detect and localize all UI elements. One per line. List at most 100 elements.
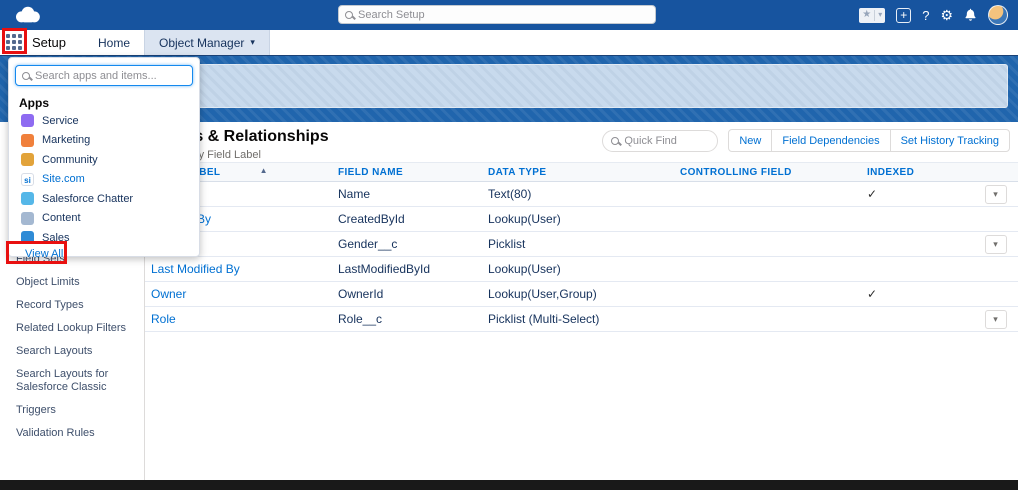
app-launcher-search (15, 65, 193, 86)
bottom-edge-bar (0, 480, 1018, 490)
annotation-box-app-launcher (2, 28, 27, 54)
chevron-down-icon: ▾ (878, 10, 883, 19)
search-icon (345, 10, 353, 19)
set-history-tracking-button[interactable]: Set History Tracking (889, 129, 1010, 152)
tab-object-manager-label: Object Manager (159, 35, 245, 50)
field-label-link[interactable]: Owner (151, 287, 186, 301)
indexed-checkmark: ✓ (867, 187, 878, 201)
add-button[interactable]: + (896, 7, 912, 23)
chevron-down-icon: ▾ (250, 37, 255, 47)
sidebar-item-record-types[interactable]: Record Types (0, 294, 144, 317)
setup-search-input[interactable] (358, 8, 649, 21)
data-type-cell: Lookup(User) (488, 262, 561, 276)
fields-relationships-panel: Fields & Relationships Sorted by Field L… (145, 122, 1018, 480)
setup-nav-bar: Setup Home Object Manager ▾ (0, 30, 1018, 56)
community-app-icon (21, 153, 34, 167)
favorites-button[interactable]: ★ ▾ (859, 7, 886, 23)
bell-icon (965, 8, 976, 21)
table-row: Created By CreatedById Lookup(User) (145, 207, 1018, 232)
column-header-indexed[interactable]: INDEXED (855, 167, 973, 178)
user-avatar[interactable] (988, 5, 1008, 25)
column-header-controlling-field[interactable]: CONTROLLING FIELD (672, 167, 855, 178)
apps-section-title: Apps (19, 96, 49, 110)
site-com-app-icon: si (21, 172, 34, 186)
data-type-cell: Lookup(User) (488, 212, 561, 226)
global-header: ★ ▾ + ? ⚙ (0, 0, 1018, 30)
row-actions-menu-button[interactable]: ▾ (984, 184, 1007, 204)
app-item-label: Site.com (42, 173, 85, 186)
app-item-marketing[interactable]: Marketing (9, 131, 199, 151)
tab-home-label: Home (97, 35, 130, 50)
data-type-cell: Lookup(User,Group) (488, 287, 597, 301)
new-button[interactable]: New (728, 129, 773, 152)
app-item-label: Content (42, 212, 81, 225)
header-actions: ★ ▾ + ? ⚙ (859, 0, 1008, 30)
tab-home[interactable]: Home (84, 30, 144, 55)
app-item-content[interactable]: Content (9, 209, 199, 229)
table-row: Owner OwnerId Lookup(User,Group) ✓ (145, 282, 1018, 307)
quick-find (602, 129, 719, 152)
app-item-label: Marketing (42, 134, 91, 147)
app-launcher-search-input[interactable] (35, 69, 186, 82)
service-app-icon (21, 114, 34, 128)
field-label-link[interactable]: Last Modified By (151, 262, 240, 276)
app-item-label: Service (42, 114, 79, 127)
sidebar-item-search-layouts[interactable]: Search Layouts (0, 340, 144, 363)
field-label-link[interactable]: Role (151, 312, 176, 326)
sidebar-item-triggers[interactable]: Triggers (0, 399, 144, 422)
data-type-cell: Text(80) (488, 187, 532, 201)
plus-icon: + (900, 7, 908, 22)
app-item-site-com[interactable]: si Site.com (9, 170, 199, 190)
sidebar-item-search-layouts-classic[interactable]: Search Layouts for Salesforce Classic (0, 363, 144, 399)
gear-icon: ⚙ (940, 7, 953, 23)
field-name-cell: LastModifiedById (338, 262, 431, 276)
column-header-field-name[interactable]: FIELD NAME (330, 167, 480, 178)
fields-table: FIELD LABEL ▲ FIELD NAME DATA TYPE CONTR… (145, 162, 1018, 332)
salesforce-logo-icon (10, 4, 44, 31)
quick-find-input[interactable] (624, 134, 710, 147)
app-item-community[interactable]: Community (9, 150, 199, 170)
field-name-cell: Name (338, 187, 371, 201)
action-button-group: New Field Dependencies Set History Track… (728, 129, 1010, 152)
app-launcher-panel: Apps Service Marketing Community si Site… (8, 57, 200, 260)
field-name-cell: CreatedById (338, 212, 405, 226)
field-name-cell: Role__c (338, 312, 383, 326)
app-item-label: Community (42, 153, 98, 166)
divider (874, 9, 876, 21)
table-row: Gender Gender__c Picklist ▾ (145, 232, 1018, 257)
sidebar-item-related-lookup-filters[interactable]: Related Lookup Filters (0, 317, 144, 340)
row-actions-menu-button[interactable]: ▾ (984, 309, 1007, 329)
star-icon: ★ (862, 9, 872, 20)
search-icon (611, 136, 620, 145)
field-name-cell: Gender__c (338, 237, 398, 251)
field-name-cell: OwnerId (338, 287, 384, 301)
app-item-label: Salesforce Chatter (42, 192, 134, 205)
row-actions-menu-button[interactable]: ▾ (984, 234, 1007, 254)
column-header-data-type[interactable]: DATA TYPE (480, 167, 672, 178)
data-type-cell: Picklist (488, 237, 526, 251)
app-list: Service Marketing Community si Site.com … (9, 111, 199, 248)
table-row: Name Name Text(80) ✓ ▾ (145, 182, 1018, 207)
settings-button[interactable]: ⚙ (940, 8, 953, 22)
list-controls: New Field Dependencies Set History Track… (602, 129, 1010, 152)
sidebar-item-object-limits[interactable]: Object Limits (0, 271, 144, 294)
app-item-salesforce-chatter[interactable]: Salesforce Chatter (9, 189, 199, 209)
marketing-app-icon (21, 133, 34, 147)
notifications-button[interactable] (964, 8, 977, 22)
sort-ascending-icon: ▲ (259, 165, 268, 175)
data-type-cell: Picklist (Multi-Select) (488, 312, 600, 326)
question-icon: ? (922, 7, 930, 23)
help-button[interactable]: ? (922, 9, 929, 22)
field-dependencies-button[interactable]: Field Dependencies (771, 129, 891, 152)
content-app-icon (21, 211, 34, 225)
table-row: Last Modified By LastModifiedById Lookup… (145, 257, 1018, 282)
tab-object-manager[interactable]: Object Manager ▾ (144, 30, 270, 55)
setup-app-title: Setup (32, 35, 66, 50)
app-item-service[interactable]: Service (9, 111, 199, 131)
setup-search (338, 5, 656, 24)
salesforce-setup-window: ★ ▾ + ? ⚙ (0, 0, 1024, 492)
table-header-row: FIELD LABEL ▲ FIELD NAME DATA TYPE CONTR… (145, 162, 1018, 182)
indexed-checkmark: ✓ (867, 287, 878, 301)
sidebar-item-validation-rules[interactable]: Validation Rules (0, 422, 144, 445)
chatter-app-icon (21, 192, 34, 206)
